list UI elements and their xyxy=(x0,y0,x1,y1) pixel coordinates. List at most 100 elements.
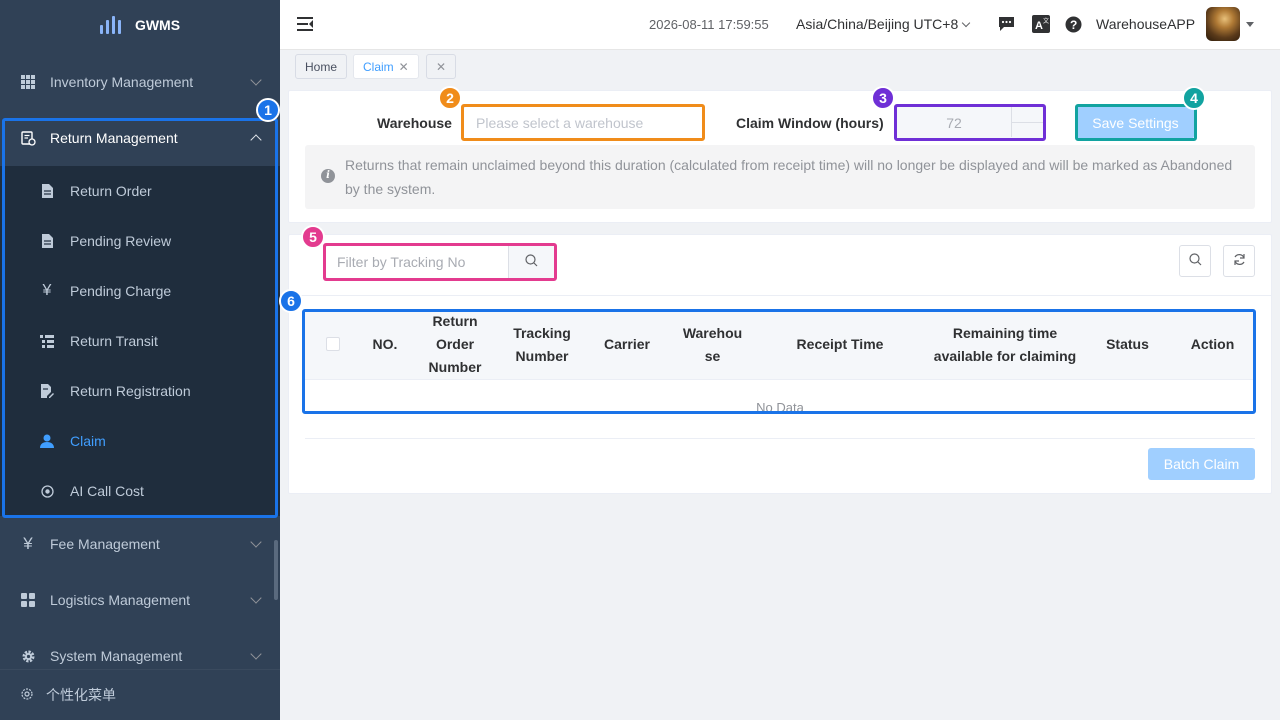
info-icon: i xyxy=(321,169,335,183)
svg-text:A: A xyxy=(1035,20,1043,32)
personalize-menu[interactable]: 个性化菜单 xyxy=(0,669,280,720)
apps-icon xyxy=(20,592,36,608)
search-button[interactable] xyxy=(508,246,554,278)
tracking-search: Filter by Tracking No xyxy=(325,245,555,279)
close-icon[interactable]: ✕ xyxy=(399,60,409,74)
col-receipt-time[interactable]: Receipt Time xyxy=(785,309,895,380)
submenu-return-order[interactable]: Return Order xyxy=(0,166,280,216)
save-settings-label: Save Settings xyxy=(1092,114,1179,131)
submenu-return-registration[interactable]: Return Registration xyxy=(0,366,280,416)
claim-window-input[interactable]: 72 xyxy=(896,106,1044,140)
tab-label: Home xyxy=(305,59,338,74)
menu-inventory-management[interactable]: Inventory Management xyxy=(0,54,280,110)
col-no[interactable]: NO. xyxy=(360,309,410,380)
col-remaining-time[interactable]: Remaining time available for claiming xyxy=(930,309,1080,380)
toggle-search-button[interactable] xyxy=(1179,245,1211,277)
claim-window-label: Claim Window (hours) xyxy=(736,115,884,131)
grid-icon xyxy=(20,74,36,90)
annotation-badge-4: 4 xyxy=(1182,86,1206,110)
col-return-order-number[interactable]: Return Order Number xyxy=(420,309,490,380)
yen-icon: ¥ xyxy=(42,282,52,299)
submenu-label: AI Call Cost xyxy=(70,483,144,499)
claim-window-notice: i Returns that remain unclaimed beyond t… xyxy=(305,145,1255,209)
timezone-select[interactable]: Asia/China/Beijing UTC+8 xyxy=(796,16,971,32)
increase-button[interactable] xyxy=(1012,107,1043,122)
annotation-badge-5: 5 xyxy=(301,225,325,249)
submenu-pending-review[interactable]: Pending Review xyxy=(0,216,280,266)
chevron-down-icon xyxy=(250,74,262,86)
yen-icon: ¥ xyxy=(23,534,33,553)
col-status[interactable]: Status xyxy=(1095,309,1160,380)
translate-icon[interactable]: A文 xyxy=(1032,15,1050,33)
submenu-claim[interactable]: Claim xyxy=(0,416,280,466)
logo-icon xyxy=(99,16,121,34)
table-divider xyxy=(305,438,1255,439)
search-icon xyxy=(525,254,538,270)
warehouse-label: Warehouse xyxy=(377,115,452,131)
chevron-down-icon xyxy=(962,18,971,27)
submenu-label: Claim xyxy=(70,433,106,449)
annotation-badge-3: 3 xyxy=(871,86,895,110)
col-tracking-number[interactable]: Tracking Number xyxy=(507,309,577,380)
hamburger-icon[interactable] xyxy=(297,17,313,31)
submenu-pending-charge[interactable]: ¥ Pending Charge xyxy=(0,266,280,316)
annotation-badge-6: 6 xyxy=(279,289,303,313)
refresh-button[interactable] xyxy=(1223,245,1255,277)
batch-claim-label: Batch Claim xyxy=(1163,456,1240,472)
sidebar: GWMS Inventory Management Return Managem… xyxy=(0,0,280,720)
menu-fee-management[interactable]: ¥ Fee Management xyxy=(0,516,280,572)
save-settings-button[interactable]: Save Settings xyxy=(1077,106,1194,139)
menu-label: Inventory Management xyxy=(50,74,194,90)
search-placeholder: Filter by Tracking No xyxy=(337,254,466,270)
close-icon: ✕ xyxy=(435,59,447,74)
decrease-button[interactable] xyxy=(1012,122,1043,137)
submenu-label: Pending Review xyxy=(70,233,172,249)
menu-label: Return Management xyxy=(50,130,178,146)
submenu-label: Return Transit xyxy=(70,333,158,349)
app-logo[interactable]: GWMS xyxy=(0,0,280,50)
coin-icon xyxy=(40,484,54,498)
menu-label: Logistics Management xyxy=(50,592,191,608)
submenu-return-transit[interactable]: Return Transit xyxy=(0,316,280,366)
timezone-label: Asia/China/Beijing UTC+8 xyxy=(796,16,959,32)
user-icon xyxy=(40,434,54,448)
svg-text:文: 文 xyxy=(1043,17,1049,25)
current-datetime: 2026-08-11 17:59:55 xyxy=(649,17,769,32)
avatar[interactable] xyxy=(1206,7,1240,41)
select-all-checkbox[interactable] xyxy=(326,337,340,351)
tab-home[interactable]: Home xyxy=(295,54,348,79)
empty-state: No Data xyxy=(756,400,804,415)
sidebar-scrollbar[interactable] xyxy=(274,540,278,600)
refresh-icon xyxy=(1233,253,1246,269)
tags-view-bar: Home Claim ✕ ✕ xyxy=(280,50,1280,84)
caret-down-icon[interactable] xyxy=(1246,22,1254,27)
settings-icon xyxy=(20,687,34,704)
gear-icon xyxy=(20,648,36,664)
close-all-tabs-button[interactable]: ✕ xyxy=(426,54,456,79)
help-icon[interactable]: ? xyxy=(1064,15,1082,33)
tab-claim[interactable]: Claim ✕ xyxy=(353,54,419,79)
warehouse-select[interactable]: Please select a warehouse xyxy=(463,106,704,140)
stepper xyxy=(1011,107,1043,137)
svg-text:?: ? xyxy=(1070,18,1077,32)
user-name[interactable]: WarehouseAPP xyxy=(1096,16,1195,32)
chevron-up-icon xyxy=(250,134,262,146)
chevron-down-icon xyxy=(250,536,262,548)
document-icon xyxy=(40,234,54,248)
message-icon[interactable] xyxy=(997,15,1015,33)
menu-logistics-management[interactable]: Logistics Management xyxy=(0,572,280,628)
tab-label: Claim xyxy=(363,59,394,74)
tracking-search-input[interactable]: Filter by Tracking No xyxy=(326,246,508,278)
batch-claim-button[interactable]: Batch Claim xyxy=(1148,448,1255,480)
submenu-label: Pending Charge xyxy=(70,283,172,299)
col-warehouse[interactable]: Warehouse xyxy=(680,309,745,380)
col-action[interactable]: Action xyxy=(1180,309,1245,380)
search-icon xyxy=(1188,253,1202,269)
claim-window-value: 72 xyxy=(946,115,962,131)
menu-return-management[interactable]: Return Management xyxy=(0,110,280,166)
document-icon xyxy=(40,184,54,198)
personalize-menu-label: 个性化菜单 xyxy=(46,687,116,703)
col-carrier[interactable]: Carrier xyxy=(597,309,657,380)
menu-label: System Management xyxy=(50,648,183,664)
submenu-ai-call-cost[interactable]: AI Call Cost xyxy=(0,466,280,516)
